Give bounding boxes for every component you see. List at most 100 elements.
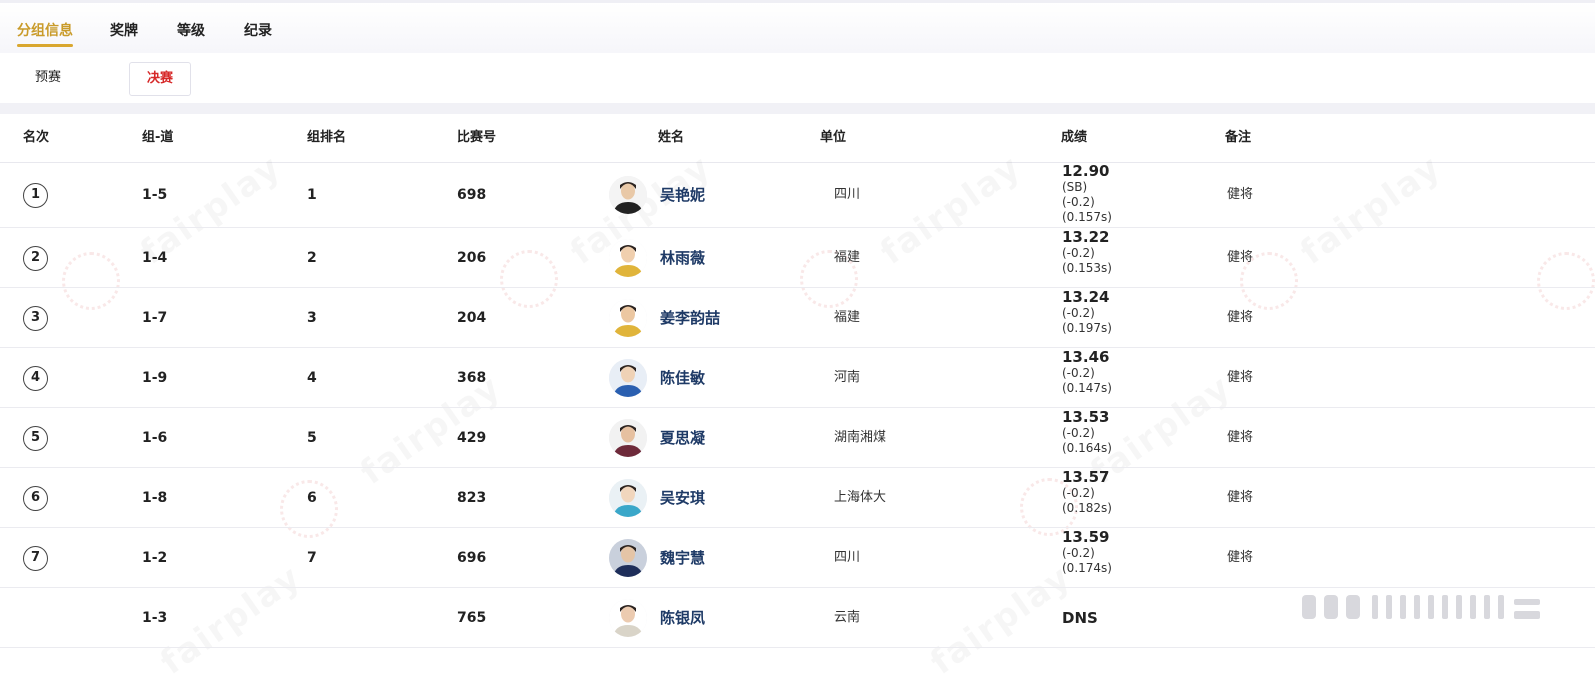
rank-circle-icon: 7 [23,545,48,571]
table-row[interactable]: 3 1-7 3 204 姜李韵喆 福建 13.24 (-0.2) (0.197s) 健将 [0,288,1595,348]
tab-final[interactable]: 决赛 [129,62,191,96]
result-time: 13.57 [1062,468,1110,486]
result-note: (0.157s) [1062,210,1112,224]
team-unit: 四川 [834,550,861,565]
tab-medals[interactable]: 奖牌 [110,20,138,47]
round-tabs: 预赛 决赛 [0,53,1595,103]
table-row[interactable]: 1-3 765 陈银凤 云南 DNS [0,588,1595,648]
section-divider [0,103,1595,114]
result-note: (0.174s) [1062,561,1112,575]
rank-circle-icon: 6 [23,485,48,511]
group-rank: 4 [307,370,317,386]
result-time: 13.59 [1062,528,1110,546]
table-row[interactable]: 5 1-6 5 429 夏思凝 湖南湘煤 13.53 (-0.2) (0.164s) 健将 [0,408,1595,468]
result-note: (-0.2) [1062,195,1095,209]
main-tabs: 分组信息 奖牌 等级 纪录 [0,3,1595,53]
group-lane: 1-4 [142,250,168,266]
tab-levels[interactable]: 等级 [177,20,205,47]
table-row[interactable]: 6 1-8 6 823 吴安琪 上海体大 13.57 (-0.2) (0.182s) 健将 [0,468,1595,528]
athlete-name-link[interactable]: 魏宇慧 [660,528,705,588]
result-note: (SB) [1062,180,1088,194]
col-rank: 名次 [23,130,50,145]
table-row[interactable]: 1 1-5 1 698 吴艳妮 四川 12.90 (SB) (-0.2) (0.157s) 健将 [0,162,1595,228]
col-remark: 备注 [1225,130,1252,145]
group-rank: 1 [307,187,317,203]
remark: 健将 [1227,430,1254,445]
athlete-avatar-icon [609,299,647,337]
tab-heats[interactable]: 预赛 [17,62,79,94]
result-note: (-0.2) [1062,366,1095,380]
athlete-name-link[interactable]: 陈佳敏 [660,348,705,408]
rank-circle-icon: 2 [23,245,48,271]
group-rank: 5 [307,430,317,446]
result-note: (-0.2) [1062,486,1095,500]
result-note: (0.153s) [1062,261,1112,275]
table-row[interactable]: 7 1-2 7 696 魏宇慧 四川 13.59 (-0.2) (0.174s) 健将 [0,528,1595,588]
athlete-name-link[interactable]: 吴安琪 [660,468,705,528]
group-rank: 6 [307,490,317,506]
rank-circle-icon: 3 [23,305,48,331]
team-unit: 湖南湘煤 [834,430,887,445]
table-row[interactable]: 4 1-9 4 368 陈佳敏 河南 13.46 (-0.2) (0.147s) 健将 [0,348,1595,408]
result-note: (-0.2) [1062,246,1095,260]
remark: 健将 [1227,490,1254,505]
col-group-lane: 组-道 [142,130,174,145]
group-lane: 1-7 [142,310,168,326]
result-block: 13.22 (-0.2) (0.153s) [1062,228,1202,276]
result-time: 13.53 [1062,408,1110,426]
athlete-avatar-icon [609,176,647,214]
athlete-avatar-icon [609,539,647,577]
athlete-avatar-icon [609,419,647,457]
table-row[interactable]: 2 1-4 2 206 林雨薇 福建 13.22 (-0.2) (0.153s) 健将 [0,228,1595,288]
remark: 健将 [1227,550,1254,565]
group-lane: 1-5 [142,187,168,203]
rank-circle-icon: 4 [23,365,48,391]
rank-circle-icon: 1 [23,182,48,208]
group-rank: 7 [307,550,317,566]
team-unit: 上海体大 [834,490,887,505]
team-unit: 四川 [834,187,861,202]
group-lane: 1-2 [142,550,168,566]
tab-group-info[interactable]: 分组信息 [17,20,73,47]
col-unit: 单位 [820,130,847,145]
result-note: (0.182s) [1062,501,1112,515]
result-block: 13.24 (-0.2) (0.197s) [1062,288,1202,336]
group-rank: 2 [307,250,317,266]
result-time: 13.46 [1062,348,1110,366]
athlete-name-link[interactable]: 吴艳妮 [660,162,705,228]
group-lane: 1-6 [142,430,168,446]
athlete-avatar-icon [609,239,647,277]
team-unit: 福建 [834,310,861,325]
team-unit: 河南 [834,370,861,385]
remark: 健将 [1227,187,1254,202]
athlete-name-link[interactable]: 姜李韵喆 [660,288,720,348]
remark: 健将 [1227,250,1254,265]
bib-number: 429 [457,430,487,446]
result-time: 13.22 [1062,228,1110,246]
result-time: DNS [1062,609,1098,627]
remark: 健将 [1227,310,1254,325]
result-note: (-0.2) [1062,306,1095,320]
col-bib: 比赛号 [457,130,497,145]
result-block: 12.90 (SB) (-0.2) (0.157s) [1062,162,1202,225]
tab-records[interactable]: 纪录 [244,20,272,47]
bib-number: 765 [457,610,487,626]
result-note: (0.147s) [1062,381,1112,395]
bib-number: 368 [457,370,487,386]
result-block: 13.53 (-0.2) (0.164s) [1062,408,1202,456]
athlete-name-link[interactable]: 陈银凤 [660,588,705,648]
athlete-avatar-icon [609,359,647,397]
athlete-name-link[interactable]: 林雨薇 [660,228,705,288]
result-note: (-0.2) [1062,546,1095,560]
team-unit: 福建 [834,250,861,265]
result-time: 12.90 [1062,162,1110,180]
group-lane: 1-9 [142,370,168,386]
result-time: 13.24 [1062,288,1110,306]
group-lane: 1-8 [142,490,168,506]
remark: 健将 [1227,370,1254,385]
athlete-name-link[interactable]: 夏思凝 [660,408,705,468]
group-lane: 1-3 [142,610,168,626]
team-unit: 云南 [834,610,861,625]
bib-number: 698 [457,187,487,203]
bib-number: 696 [457,550,487,566]
